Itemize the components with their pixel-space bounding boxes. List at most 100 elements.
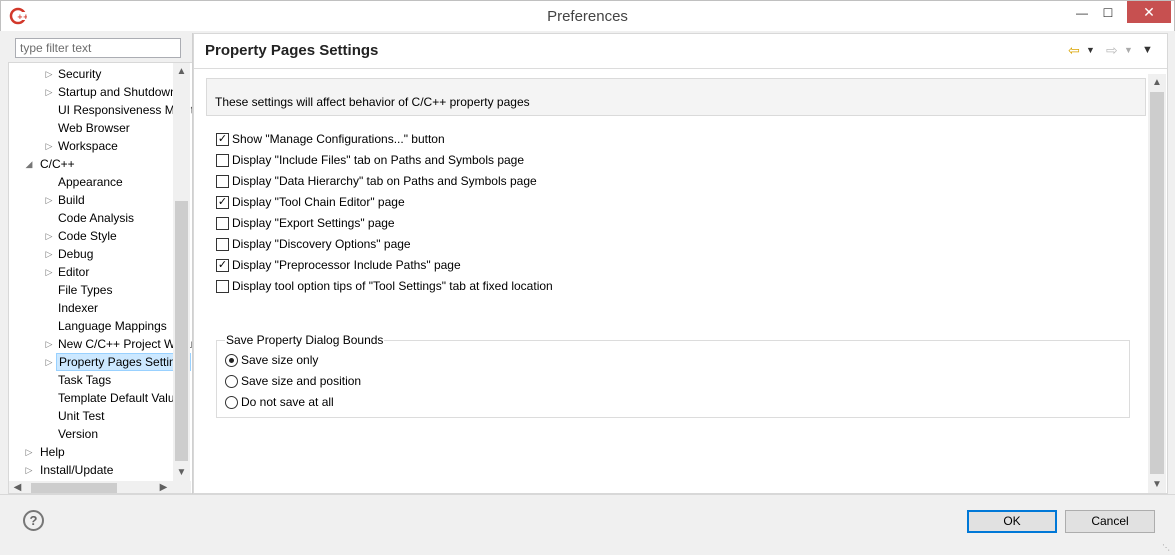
checkbox-unchecked[interactable]: [216, 217, 229, 230]
help-icon[interactable]: ?: [23, 510, 44, 531]
tree-item-label: Template Default Values: [58, 391, 188, 405]
tree-item-14[interactable]: Language Mappings: [9, 317, 173, 335]
collapsed-arrow-icon[interactable]: ▷: [44, 137, 54, 155]
option-label: Display tool option tips of "Tool Settin…: [232, 279, 553, 293]
settings-panel: Property Pages Settings ⇦ ▼ ⇨ ▼ ▼ These …: [193, 33, 1168, 494]
collapsed-arrow-icon[interactable]: ▷: [44, 65, 54, 83]
back-dropdown-icon[interactable]: ▼: [1086, 42, 1095, 58]
tree-item-label: Version: [58, 427, 99, 441]
settings-vertical-scrollbar[interactable]: ▲ ▼: [1148, 74, 1166, 493]
tree-item-16[interactable]: ▷ Property Pages Settings: [9, 353, 192, 371]
checkbox-checked[interactable]: ✓: [216, 196, 229, 209]
minimize-button[interactable]: —: [1069, 6, 1095, 29]
scroll-down-icon[interactable]: ▼: [173, 464, 190, 481]
back-arrow-icon[interactable]: ⇦: [1068, 42, 1080, 58]
tree-item-0[interactable]: ▷ Security: [9, 65, 173, 83]
tree-item-label: Language Mappings: [58, 319, 167, 333]
radio-label: Do not save at all: [241, 395, 334, 409]
tree-item-4[interactable]: ▷ Workspace: [9, 137, 173, 155]
scroll-up-icon[interactable]: ▲: [173, 63, 190, 80]
tree-item-2[interactable]: UI Responsiveness Monitoring: [9, 101, 192, 119]
tree-item-21[interactable]: ▷ Help: [9, 443, 173, 461]
tree-horizontal-scrollbar[interactable]: ◀ ▶: [9, 481, 191, 493]
checkbox-checked[interactable]: ✓: [216, 133, 229, 146]
tree-item-label: Task Tags: [58, 373, 112, 387]
checkbox-unchecked[interactable]: [216, 175, 229, 188]
scroll-thumb[interactable]: [1150, 92, 1164, 474]
tree-item-18[interactable]: Template Default Values: [9, 389, 187, 407]
collapsed-arrow-icon[interactable]: ▷: [44, 191, 54, 209]
tree-vertical-scrollbar[interactable]: ▲ ▼: [173, 63, 190, 481]
collapsed-arrow-icon[interactable]: ▷: [44, 335, 54, 353]
scroll-down-icon[interactable]: ▼: [1148, 476, 1166, 493]
tree-item-6[interactable]: Appearance: [9, 173, 173, 191]
preference-tree-panel: ▷ Security ▷ Startup and Shutdown UI Respons…: [8, 33, 192, 494]
view-menu-icon[interactable]: ▼: [1142, 42, 1153, 58]
resize-grip-icon[interactable]: ⋱: [1162, 543, 1172, 553]
collapsed-arrow-icon[interactable]: ▷: [44, 263, 54, 281]
radio-unselected[interactable]: [225, 375, 238, 388]
filter-input[interactable]: [15, 38, 181, 58]
tree-item-label: New C/C++ Project Wizard: [58, 337, 192, 351]
tree-item-8[interactable]: Code Analysis: [9, 209, 173, 227]
tree-item-1[interactable]: ▷ Startup and Shutdown: [9, 83, 177, 101]
tree-item-10[interactable]: ▷ Debug: [9, 245, 173, 263]
checkbox-unchecked[interactable]: [216, 280, 229, 293]
tree-item-9[interactable]: ▷ Code Style: [9, 227, 173, 245]
tree-item-label: Editor: [58, 265, 90, 279]
tree-item-7[interactable]: ▷ Build: [9, 191, 173, 209]
scroll-thumb[interactable]: [175, 201, 188, 461]
tree-item-label: UI Responsiveness Monitoring: [58, 103, 192, 117]
scroll-up-icon[interactable]: ▲: [1148, 74, 1166, 91]
info-banner: These settings will affect behavior of C…: [206, 78, 1146, 116]
tree-item-22[interactable]: ▷ Install/Update: [9, 461, 173, 479]
tree-item-label: Build: [58, 193, 85, 207]
tree-item-label: Web Browser: [58, 121, 130, 135]
checkbox-checked[interactable]: ✓: [216, 259, 229, 272]
tree-item-label: Code Style: [58, 229, 117, 243]
ok-button[interactable]: OK: [967, 510, 1057, 533]
collapsed-arrow-icon[interactable]: ▷: [44, 245, 54, 263]
radio-label: Save size only: [241, 353, 319, 367]
tree-item-label: Security: [58, 67, 102, 81]
tree-item-label: Startup and Shutdown: [58, 85, 177, 99]
option-label: Show "Manage Configurations..." button: [232, 132, 445, 146]
title-separator: [194, 68, 1167, 69]
cancel-button[interactable]: Cancel: [1065, 510, 1155, 533]
tree-item-17[interactable]: Task Tags: [9, 371, 173, 389]
tree-item-13[interactable]: Indexer: [9, 299, 173, 317]
tree-item-19[interactable]: Unit Test: [9, 407, 173, 425]
forward-arrow-icon[interactable]: ⇨: [1106, 42, 1118, 58]
tree-item-20[interactable]: Version: [9, 425, 173, 443]
tree-item-label: Indexer: [58, 301, 99, 315]
tree-item-11[interactable]: ▷ Editor: [9, 263, 173, 281]
tree-item-label: Unit Test: [58, 409, 105, 423]
collapsed-arrow-icon[interactable]: ▷: [24, 443, 34, 461]
collapsed-arrow-icon[interactable]: ▷: [24, 461, 34, 479]
checkbox-unchecked[interactable]: [216, 238, 229, 251]
preference-tree: ▷ Security ▷ Startup and Shutdown UI Respons…: [8, 62, 192, 494]
collapsed-arrow-icon[interactable]: ▷: [44, 227, 54, 245]
save-bounds-group: Save Property Dialog Bounds Save size on…: [216, 333, 1130, 418]
history-toolbar: ⇦ ▼ ⇨ ▼ ▼: [1064, 42, 1164, 60]
forward-dropdown-icon[interactable]: ▼: [1124, 42, 1133, 58]
radio-unselected[interactable]: [225, 396, 238, 409]
scroll-right-icon[interactable]: ▶: [155, 481, 172, 493]
radio-selected[interactable]: [225, 354, 238, 367]
checkbox-unchecked[interactable]: [216, 154, 229, 167]
scroll-thumb-horizontal[interactable]: [31, 483, 117, 493]
collapsed-arrow-icon[interactable]: ▷: [44, 83, 54, 101]
window-title: Preferences: [547, 8, 628, 25]
scroll-left-icon[interactable]: ◀: [9, 481, 26, 493]
tree-item-15[interactable]: ▷ New C/C++ Project Wizard: [9, 335, 192, 353]
expanded-arrow-icon[interactable]: ◢: [24, 155, 34, 173]
close-button[interactable]: ✕: [1127, 1, 1171, 23]
option-label: Display "Tool Chain Editor" page: [232, 195, 405, 209]
maximize-button[interactable]: ☐: [1095, 6, 1121, 29]
tree-item-12[interactable]: File Types: [9, 281, 173, 299]
collapsed-arrow-icon[interactable]: ▷: [44, 353, 54, 371]
option-label: Display "Export Settings" page: [232, 216, 395, 230]
tree-item-3[interactable]: Web Browser: [9, 119, 173, 137]
tree-item-5[interactable]: ◢ C/C++: [9, 155, 173, 173]
tree-item-label: Appearance: [58, 175, 123, 189]
